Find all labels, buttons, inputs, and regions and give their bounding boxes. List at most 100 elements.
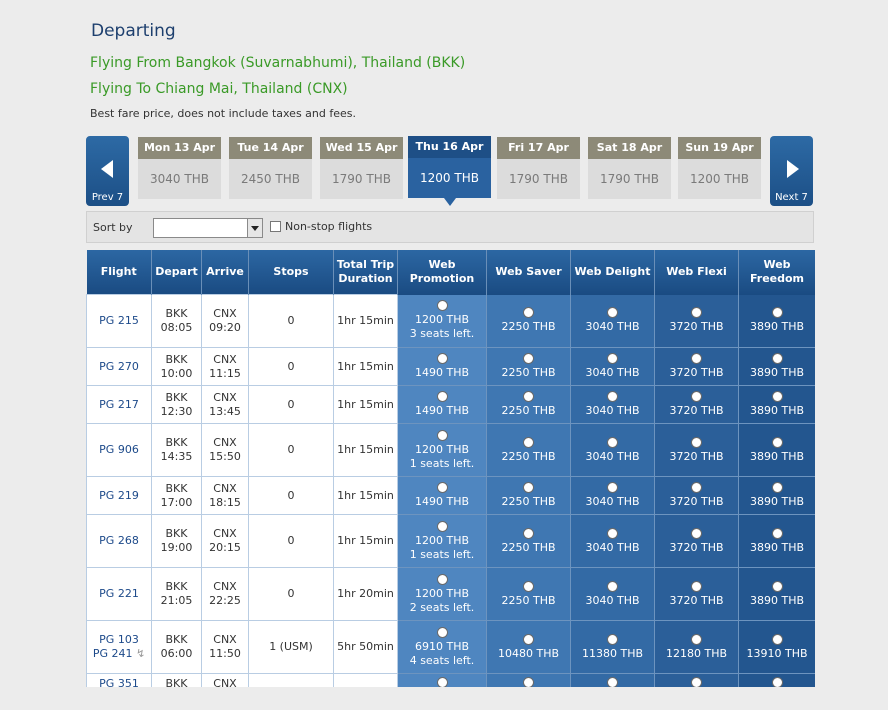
fare-radio[interactable] [523,436,534,448]
fare-web-delight[interactable] [570,673,655,687]
fare-web-promotion[interactable]: 1200 THB 1 seats left. [397,423,487,477]
fare-web-freedom[interactable]: 3890 THB [738,514,815,568]
fare-radio[interactable] [436,573,448,585]
fare-web-promotion[interactable]: 1200 THB 3 seats left. [397,294,487,348]
fare-web-flexi[interactable]: 3720 THB [654,423,739,477]
fare-radio[interactable] [436,520,448,532]
fare-radio[interactable] [691,633,702,645]
fare-radio[interactable] [771,527,783,539]
fare-web-saver[interactable]: 10480 THB [486,620,571,674]
fare-radio[interactable] [607,482,618,493]
fare-web-delight[interactable]: 3040 THB [570,423,655,477]
date-card[interactable]: Thu 16 Apr 1200 THB [408,136,491,206]
date-card[interactable]: Tue 14 Apr 2450 THB [229,137,312,199]
fare-radio[interactable] [691,580,702,592]
fare-web-delight[interactable]: 3040 THB [570,294,655,348]
fare-web-saver[interactable]: 2250 THB [486,347,571,386]
fare-radio[interactable] [607,436,618,448]
fare-web-freedom[interactable]: 3890 THB [738,385,815,424]
fare-web-saver[interactable]: 2250 THB [486,567,571,621]
fare-web-flexi[interactable]: 3720 THB [654,385,739,424]
fare-radio[interactable] [523,307,534,319]
fare-radio[interactable] [523,677,534,687]
fare-radio[interactable] [771,391,783,402]
chevron-down-icon[interactable] [247,219,262,237]
date-card[interactable]: Sun 19 Apr 1200 THB [678,137,761,199]
fare-radio[interactable] [436,626,448,638]
fare-web-delight[interactable]: 3040 THB [570,567,655,621]
fare-radio[interactable] [436,482,448,493]
fare-web-delight[interactable]: 3040 THB [570,347,655,386]
fare-radio[interactable] [771,353,783,364]
prev-7-button[interactable]: Prev 7 [86,136,129,206]
fare-web-delight[interactable]: 3040 THB [570,385,655,424]
sort-select[interactable] [153,218,263,238]
fare-radio[interactable] [771,580,783,592]
fare-radio[interactable] [436,300,448,312]
fare-web-saver[interactable]: 2250 THB [486,514,571,568]
fare-radio[interactable] [436,429,448,441]
fare-web-flexi[interactable]: 3720 THB [654,567,739,621]
fare-radio[interactable] [607,527,618,539]
fare-web-flexi[interactable]: 12180 THB [654,620,739,674]
fare-radio[interactable] [691,391,702,402]
fare-radio[interactable] [436,353,448,364]
fare-web-promotion[interactable]: 1200 THB 1 seats left. [397,514,487,568]
fare-web-flexi[interactable]: 3720 THB [654,294,739,348]
fare-radio[interactable] [771,307,783,319]
fare-radio[interactable] [691,436,702,448]
fare-web-freedom[interactable]: 3890 THB [738,567,815,621]
fare-web-flexi[interactable] [654,673,739,687]
fare-web-promotion[interactable]: 1490 THB [397,385,487,424]
fare-radio[interactable] [607,391,618,402]
fare-radio[interactable] [436,677,448,687]
fare-radio[interactable] [691,527,702,539]
fare-radio[interactable] [607,580,618,592]
fare-web-delight[interactable]: 3040 THB [570,476,655,515]
fare-web-promotion[interactable] [397,673,487,687]
fare-radio[interactable] [523,391,534,402]
fare-radio[interactable] [771,677,783,687]
fare-web-freedom[interactable]: 3890 THB [738,347,815,386]
next-7-button[interactable]: Next 7 [770,136,813,206]
fare-web-saver[interactable] [486,673,571,687]
date-card[interactable]: Mon 13 Apr 3040 THB [138,137,221,199]
fare-radio[interactable] [607,677,618,687]
fare-web-saver[interactable]: 2250 THB [486,423,571,477]
fare-web-freedom[interactable]: 3890 THB [738,294,815,348]
fare-radio[interactable] [691,677,702,687]
fare-radio[interactable] [523,633,534,645]
fare-radio[interactable] [691,307,702,319]
fare-web-promotion[interactable]: 1200 THB 2 seats left. [397,567,487,621]
fare-radio[interactable] [607,307,618,319]
fare-web-freedom[interactable]: 3890 THB [738,476,815,515]
fare-web-flexi[interactable]: 3720 THB [654,347,739,386]
date-card[interactable]: Fri 17 Apr 1790 THB [497,137,580,199]
fare-web-freedom[interactable] [738,673,815,687]
fare-radio[interactable] [523,482,534,493]
nonstop-filter[interactable]: Non-stop flights [270,220,372,233]
date-card[interactable]: Sat 18 Apr 1790 THB [588,137,671,199]
date-card[interactable]: Wed 15 Apr 1790 THB [320,137,403,199]
fare-radio[interactable] [771,436,783,448]
fare-radio[interactable] [436,391,448,402]
fare-web-saver[interactable]: 2250 THB [486,294,571,348]
nonstop-checkbox[interactable] [270,221,281,232]
fare-web-delight[interactable]: 3040 THB [570,514,655,568]
fare-radio[interactable] [607,353,618,364]
fare-web-promotion[interactable]: 1490 THB [397,347,487,386]
fare-radio[interactable] [523,353,534,364]
fare-radio[interactable] [771,633,783,645]
fare-radio[interactable] [523,527,534,539]
fare-radio[interactable] [691,482,702,493]
fare-radio[interactable] [691,353,702,364]
fare-web-saver[interactable]: 2250 THB [486,476,571,515]
fare-web-flexi[interactable]: 3720 THB [654,514,739,568]
fare-radio[interactable] [607,633,618,645]
fare-radio[interactable] [523,580,534,592]
fare-web-flexi[interactable]: 3720 THB [654,476,739,515]
fare-web-saver[interactable]: 2250 THB [486,385,571,424]
fare-web-freedom[interactable]: 13910 THB [738,620,815,674]
fare-web-freedom[interactable]: 3890 THB [738,423,815,477]
fare-web-delight[interactable]: 11380 THB [570,620,655,674]
